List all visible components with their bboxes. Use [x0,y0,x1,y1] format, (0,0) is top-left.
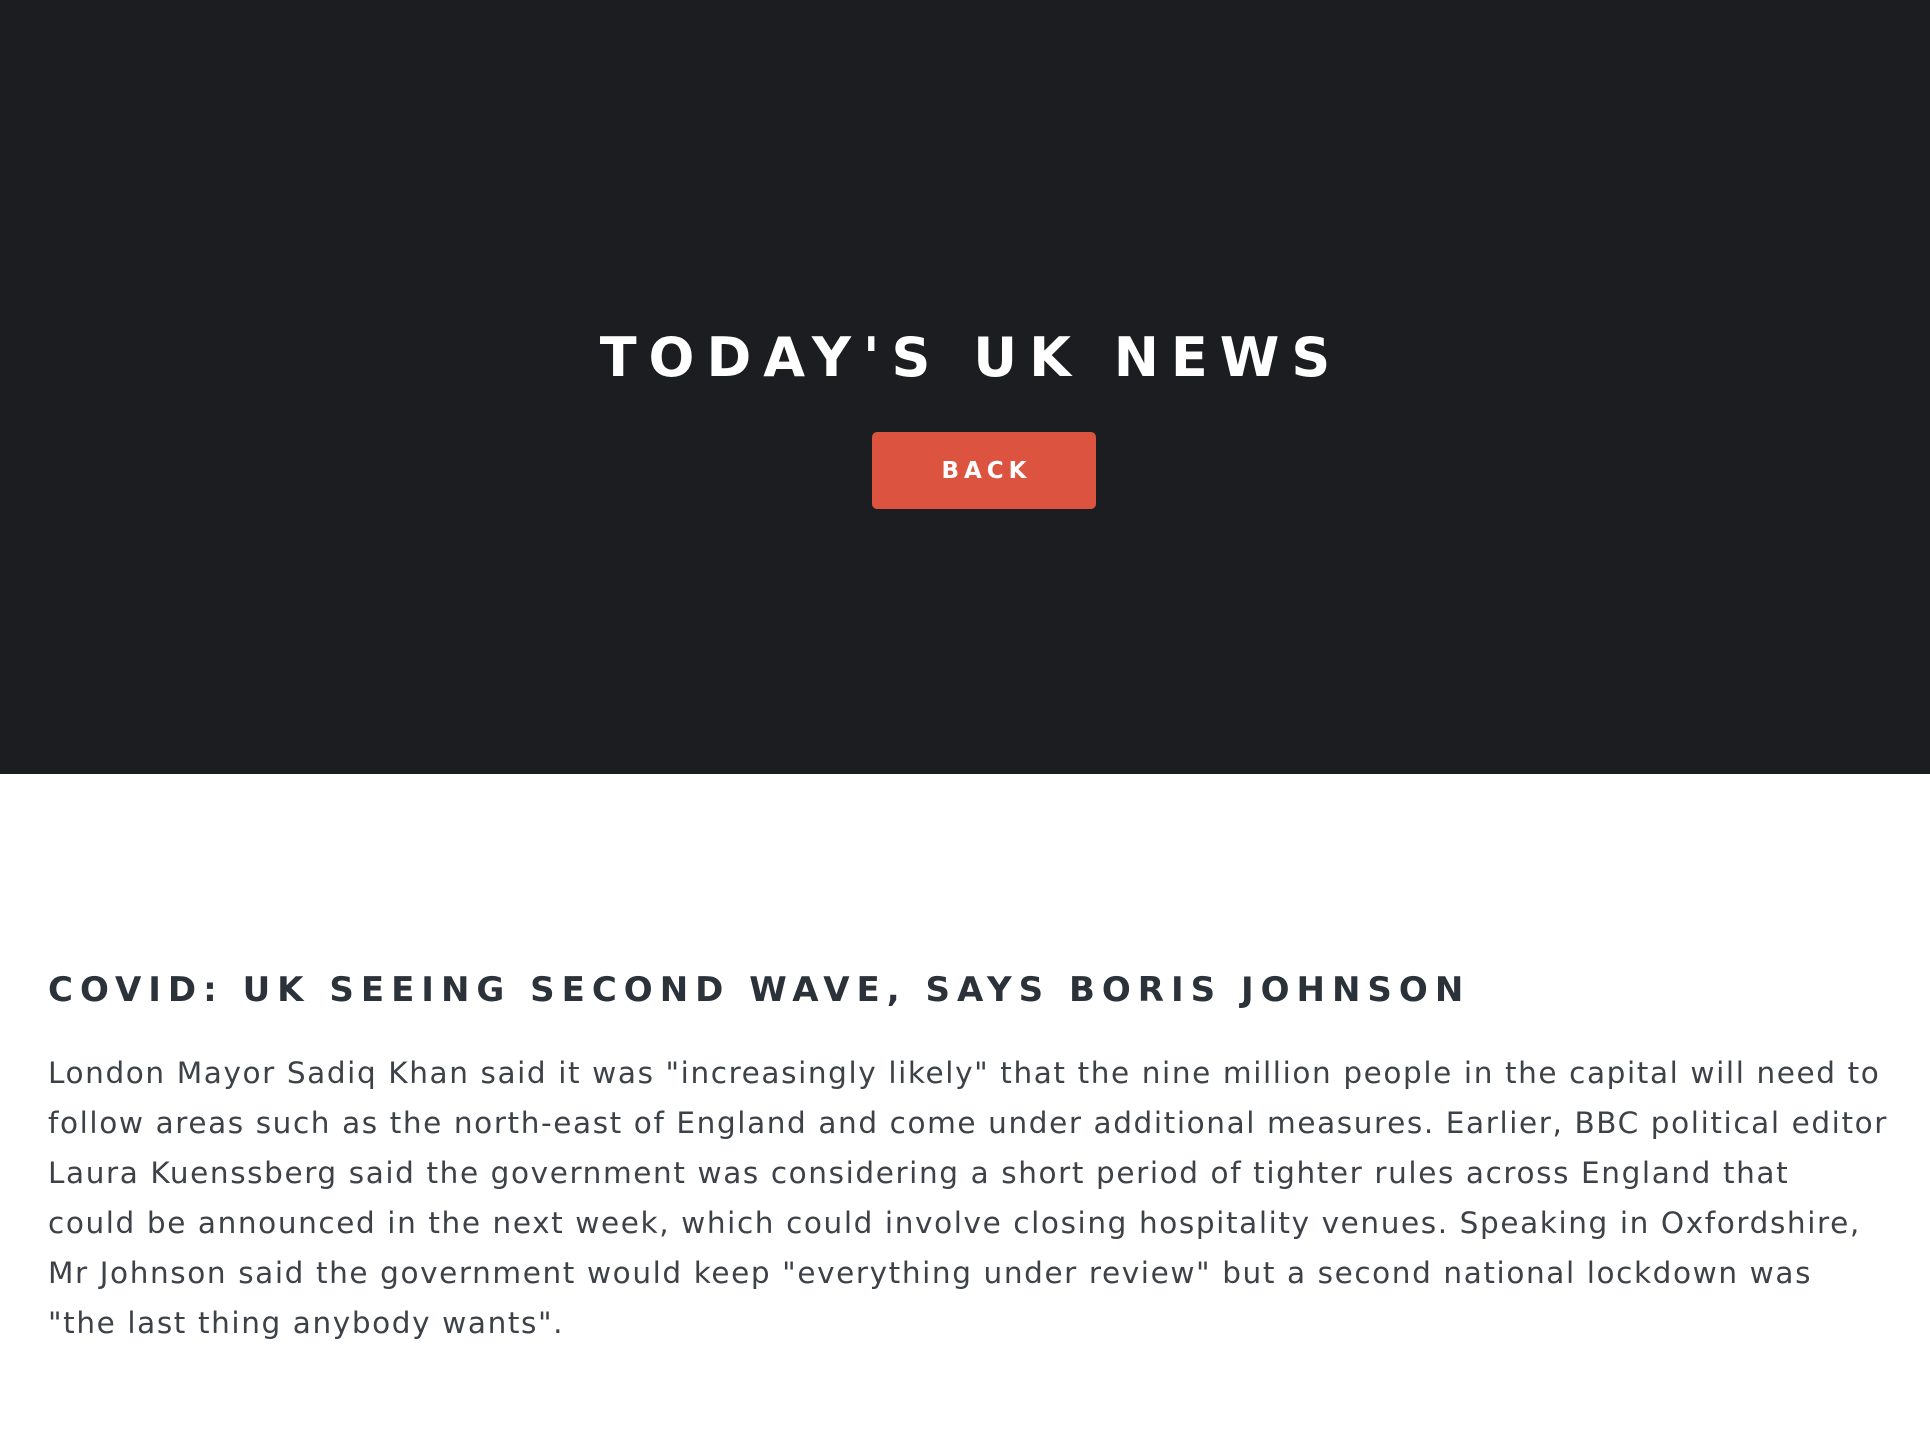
hero-banner: TODAY'S UK NEWS BACK [0,0,1930,774]
page-title: TODAY'S UK NEWS [599,326,1343,389]
back-button[interactable]: BACK [872,432,1096,509]
article-body: London Mayor Sadiq Khan said it was "inc… [48,1056,1889,1340]
article-title: COVID: UK SEEING SECOND WAVE, SAYS BORIS… [48,970,1471,1010]
news-article: COVID: UK SEEING SECOND WAVE, SAYS BORIS… [48,960,1888,1348]
